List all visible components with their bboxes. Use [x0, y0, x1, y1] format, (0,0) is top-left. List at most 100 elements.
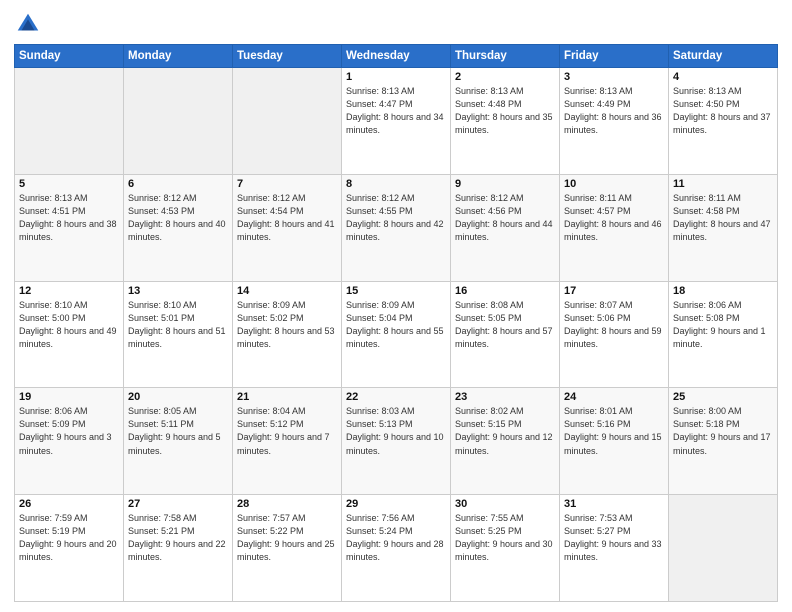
calendar-cell: 20 Sunrise: 8:05 AMSunset: 5:11 PMDayligh… — [124, 388, 233, 495]
calendar-cell: 24 Sunrise: 8:01 AMSunset: 5:16 PMDayligh… — [560, 388, 669, 495]
calendar-week-1: 1 Sunrise: 8:13 AMSunset: 4:47 PMDaylight… — [15, 68, 778, 175]
day-info: Sunrise: 8:07 AMSunset: 5:06 PMDaylight:… — [564, 299, 664, 351]
calendar-cell: 8 Sunrise: 8:12 AMSunset: 4:55 PMDaylight… — [342, 174, 451, 281]
day-info: Sunrise: 8:11 AMSunset: 4:58 PMDaylight:… — [673, 192, 773, 244]
day-info: Sunrise: 7:56 AMSunset: 5:24 PMDaylight:… — [346, 512, 446, 564]
day-header-monday: Monday — [124, 45, 233, 68]
day-number: 16 — [455, 285, 555, 297]
day-number: 21 — [237, 391, 337, 403]
day-number: 27 — [128, 498, 228, 510]
calendar-cell: 12 Sunrise: 8:10 AMSunset: 5:00 PMDayligh… — [15, 281, 124, 388]
day-info: Sunrise: 7:57 AMSunset: 5:22 PMDaylight:… — [237, 512, 337, 564]
day-info: Sunrise: 8:12 AMSunset: 4:56 PMDaylight:… — [455, 192, 555, 244]
day-number: 19 — [19, 391, 119, 403]
day-info: Sunrise: 8:13 AMSunset: 4:49 PMDaylight:… — [564, 85, 664, 137]
day-info: Sunrise: 8:10 AMSunset: 5:00 PMDaylight:… — [19, 299, 119, 351]
calendar-cell: 28 Sunrise: 7:57 AMSunset: 5:22 PMDayligh… — [233, 495, 342, 602]
calendar-cell: 5Sunrise: 8:13 AMSunset: 4:51 PMDaylight… — [15, 174, 124, 281]
calendar-cell: 26 Sunrise: 7:59 AMSunset: 5:19 PMDayligh… — [15, 495, 124, 602]
day-number: 13 — [128, 285, 228, 297]
day-number: 11 — [673, 178, 773, 190]
day-info: Sunrise: 8:13 AMSunset: 4:48 PMDaylight:… — [455, 85, 555, 137]
day-number: 10 — [564, 178, 664, 190]
calendar-cell: 16Sunrise: 8:08 AMSunset: 5:05 PMDayligh… — [451, 281, 560, 388]
calendar-cell: 4 Sunrise: 8:13 AMSunset: 4:50 PMDaylight… — [669, 68, 778, 175]
calendar-cell — [124, 68, 233, 175]
calendar-cell: 23 Sunrise: 8:02 AMSunset: 5:15 PMDayligh… — [451, 388, 560, 495]
calendar-cell: 31 Sunrise: 7:53 AMSunset: 5:27 PMDayligh… — [560, 495, 669, 602]
day-info: Sunrise: 8:09 AMSunset: 5:04 PMDaylight:… — [346, 299, 446, 351]
day-info: Sunrise: 8:02 AMSunset: 5:15 PMDaylight:… — [455, 405, 555, 457]
day-number: 31 — [564, 498, 664, 510]
day-number: 8 — [346, 178, 446, 190]
calendar-week-4: 19 Sunrise: 8:06 AMSunset: 5:09 PMDayligh… — [15, 388, 778, 495]
header — [14, 10, 778, 38]
day-number: 5 — [19, 178, 119, 190]
day-number: 23 — [455, 391, 555, 403]
day-header-saturday: Saturday — [669, 45, 778, 68]
calendar-cell: 9 Sunrise: 8:12 AMSunset: 4:56 PMDaylight… — [451, 174, 560, 281]
calendar-week-2: 5Sunrise: 8:13 AMSunset: 4:51 PMDaylight… — [15, 174, 778, 281]
day-info: Sunrise: 7:58 AMSunset: 5:21 PMDaylight:… — [128, 512, 228, 564]
day-info: Sunrise: 8:13 AMSunset: 4:50 PMDaylight:… — [673, 85, 773, 137]
day-info: Sunrise: 8:13 AMSunset: 4:47 PMDaylight:… — [346, 85, 446, 137]
day-info: Sunrise: 8:09 AMSunset: 5:02 PMDaylight:… — [237, 299, 337, 351]
calendar-cell: 11 Sunrise: 8:11 AMSunset: 4:58 PMDayligh… — [669, 174, 778, 281]
day-info: Sunrise: 7:53 AMSunset: 5:27 PMDaylight:… — [564, 512, 664, 564]
calendar-cell: 15 Sunrise: 8:09 AMSunset: 5:04 PMDayligh… — [342, 281, 451, 388]
calendar-cell: 7 Sunrise: 8:12 AMSunset: 4:54 PMDaylight… — [233, 174, 342, 281]
day-info: Sunrise: 8:11 AMSunset: 4:57 PMDaylight:… — [564, 192, 664, 244]
calendar-cell: 21 Sunrise: 8:04 AMSunset: 5:12 PMDayligh… — [233, 388, 342, 495]
day-number: 26 — [19, 498, 119, 510]
day-number: 7 — [237, 178, 337, 190]
calendar-cell — [233, 68, 342, 175]
calendar-cell — [669, 495, 778, 602]
day-number: 22 — [346, 391, 446, 403]
calendar-table: SundayMondayTuesdayWednesdayThursdayFrid… — [14, 44, 778, 602]
day-info: Sunrise: 8:05 AMSunset: 5:11 PMDaylight:… — [128, 405, 228, 457]
calendar-week-3: 12 Sunrise: 8:10 AMSunset: 5:00 PMDayligh… — [15, 281, 778, 388]
day-info: Sunrise: 8:12 AMSunset: 4:54 PMDaylight:… — [237, 192, 337, 244]
day-number: 30 — [455, 498, 555, 510]
day-number: 28 — [237, 498, 337, 510]
day-number: 9 — [455, 178, 555, 190]
day-number: 25 — [673, 391, 773, 403]
calendar-cell: 3 Sunrise: 8:13 AMSunset: 4:49 PMDaylight… — [560, 68, 669, 175]
day-number: 12 — [19, 285, 119, 297]
calendar-cell — [15, 68, 124, 175]
day-info: Sunrise: 7:55 AMSunset: 5:25 PMDaylight:… — [455, 512, 555, 564]
day-number: 4 — [673, 71, 773, 83]
calendar-week-5: 26 Sunrise: 7:59 AMSunset: 5:19 PMDayligh… — [15, 495, 778, 602]
calendar-cell: 1 Sunrise: 8:13 AMSunset: 4:47 PMDaylight… — [342, 68, 451, 175]
day-number: 3 — [564, 71, 664, 83]
day-number: 24 — [564, 391, 664, 403]
calendar-cell: 30 Sunrise: 7:55 AMSunset: 5:25 PMDayligh… — [451, 495, 560, 602]
day-number: 1 — [346, 71, 446, 83]
day-number: 15 — [346, 285, 446, 297]
day-number: 17 — [564, 285, 664, 297]
day-info: Sunrise: 8:06 AMSunset: 5:09 PMDaylight:… — [19, 405, 119, 457]
calendar-cell: 25 Sunrise: 8:00 AMSunset: 5:18 PMDayligh… — [669, 388, 778, 495]
calendar-cell: 17 Sunrise: 8:07 AMSunset: 5:06 PMDayligh… — [560, 281, 669, 388]
day-number: 20 — [128, 391, 228, 403]
day-header-sunday: Sunday — [15, 45, 124, 68]
day-number: 14 — [237, 285, 337, 297]
day-info: Sunrise: 8:12 AMSunset: 4:53 PMDaylight:… — [128, 192, 228, 244]
day-number: 18 — [673, 285, 773, 297]
day-header-friday: Friday — [560, 45, 669, 68]
day-info: Sunrise: 8:04 AMSunset: 5:12 PMDaylight:… — [237, 405, 337, 457]
calendar-cell: 6 Sunrise: 8:12 AMSunset: 4:53 PMDaylight… — [124, 174, 233, 281]
logo-icon — [14, 10, 42, 38]
calendar-cell: 13 Sunrise: 8:10 AMSunset: 5:01 PMDayligh… — [124, 281, 233, 388]
day-header-thursday: Thursday — [451, 45, 560, 68]
calendar-cell: 27 Sunrise: 7:58 AMSunset: 5:21 PMDayligh… — [124, 495, 233, 602]
day-info: Sunrise: 8:10 AMSunset: 5:01 PMDaylight:… — [128, 299, 228, 351]
calendar-cell: 14 Sunrise: 8:09 AMSunset: 5:02 PMDayligh… — [233, 281, 342, 388]
day-number: 6 — [128, 178, 228, 190]
day-info: Sunrise: 7:59 AMSunset: 5:19 PMDaylight:… — [19, 512, 119, 564]
day-number: 29 — [346, 498, 446, 510]
day-info: Sunrise: 8:01 AMSunset: 5:16 PMDaylight:… — [564, 405, 664, 457]
day-info: Sunrise: 8:06 AMSunset: 5:08 PMDaylight:… — [673, 299, 773, 351]
day-info: Sunrise: 8:12 AMSunset: 4:55 PMDaylight:… — [346, 192, 446, 244]
day-info: Sunrise: 8:00 AMSunset: 5:18 PMDaylight:… — [673, 405, 773, 457]
